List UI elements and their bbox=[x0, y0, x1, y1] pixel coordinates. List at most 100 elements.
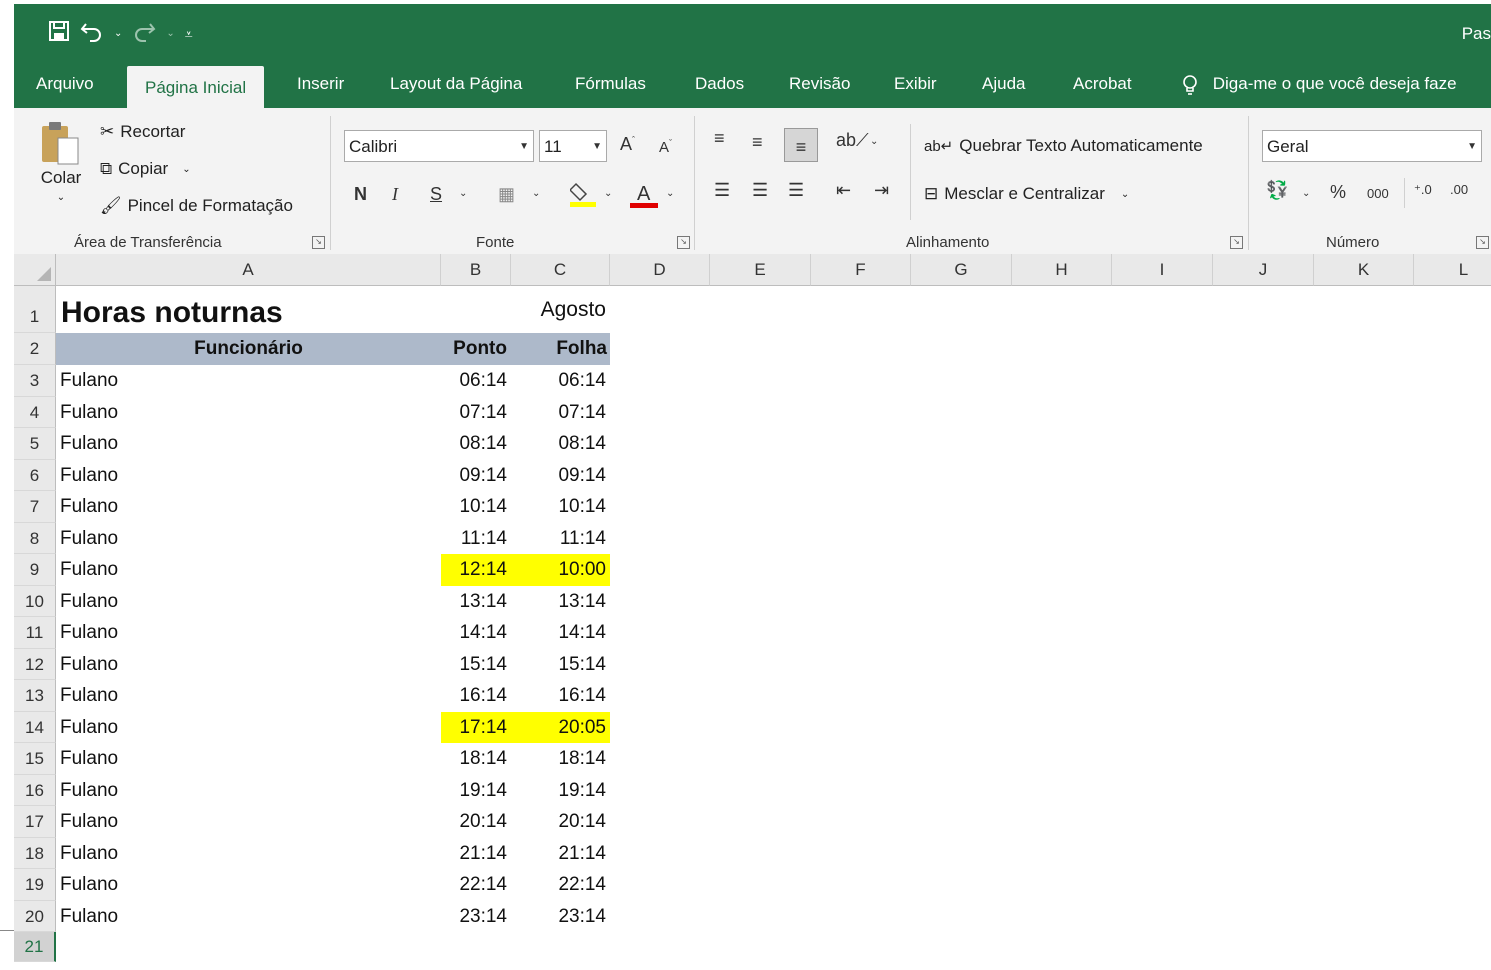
column-header-b[interactable]: B bbox=[441, 254, 511, 286]
employee-cell[interactable]: Fulano bbox=[60, 491, 440, 523]
row-header[interactable]: 10 bbox=[14, 585, 56, 617]
ponto-cell[interactable]: 12:14 bbox=[441, 554, 511, 586]
align-right-icon[interactable]: ☰ bbox=[788, 180, 804, 201]
orientation-icon[interactable]: ab⟋ bbox=[836, 130, 869, 151]
folha-cell[interactable]: 15:14 bbox=[511, 649, 610, 681]
grow-font-icon[interactable]: Aˆ bbox=[620, 134, 635, 155]
column-header-d[interactable]: D bbox=[610, 254, 710, 286]
row-header[interactable]: 6 bbox=[14, 459, 56, 491]
tab-layout-da-pagina[interactable]: Layout da Página bbox=[390, 60, 522, 108]
tab-revisao[interactable]: Revisão bbox=[789, 60, 850, 108]
employee-cell[interactable]: Fulano bbox=[60, 869, 440, 901]
employee-cell[interactable]: Fulano bbox=[60, 428, 440, 460]
column-header-k[interactable]: K bbox=[1314, 254, 1414, 286]
number-launcher-icon[interactable]: ↘ bbox=[1476, 236, 1489, 249]
folha-cell[interactable]: 07:14 bbox=[511, 397, 610, 429]
tab-exibir[interactable]: Exibir bbox=[894, 60, 937, 108]
copy-button[interactable]: ⧉ Copiar ⌄ bbox=[100, 159, 191, 179]
align-top-icon[interactable]: ≡ bbox=[714, 128, 725, 149]
align-center-icon[interactable]: ☰ bbox=[752, 180, 768, 201]
column-header-e[interactable]: E bbox=[710, 254, 811, 286]
tell-me-box[interactable]: Diga-me o que você deseja faze bbox=[1182, 60, 1457, 108]
borders-dropdown-icon[interactable]: ⌄ bbox=[532, 188, 540, 199]
tab-ajuda[interactable]: Ajuda bbox=[982, 60, 1025, 108]
row-header[interactable]: 3 bbox=[14, 365, 56, 397]
tab-inserir[interactable]: Inserir bbox=[297, 60, 344, 108]
customize-qat-icon[interactable]: ⩡ bbox=[185, 22, 193, 46]
row-header[interactable]: 21 bbox=[14, 932, 56, 962]
ponto-cell[interactable]: 08:14 bbox=[441, 428, 511, 460]
ponto-cell[interactable]: 21:14 bbox=[441, 838, 511, 870]
month-cell[interactable]: Agosto bbox=[511, 290, 606, 330]
align-left-icon[interactable]: ☰ bbox=[714, 180, 730, 201]
folha-cell[interactable]: 20:05 bbox=[511, 711, 610, 743]
employee-cell[interactable]: Fulano bbox=[60, 680, 440, 712]
column-header-a[interactable]: A bbox=[56, 254, 441, 286]
ponto-cell[interactable]: 20:14 bbox=[441, 806, 511, 838]
tab-pagina-inicial[interactable]: Página Inicial bbox=[127, 66, 265, 108]
row-header[interactable]: 2 bbox=[14, 333, 56, 365]
save-icon[interactable] bbox=[48, 20, 70, 48]
employee-cell[interactable]: Fulano bbox=[60, 523, 440, 555]
row-header[interactable]: 9 bbox=[14, 554, 56, 586]
tab-arquivo[interactable]: Arquivo bbox=[36, 60, 94, 108]
ponto-cell[interactable]: 18:14 bbox=[441, 743, 511, 775]
employee-cell[interactable]: Fulano bbox=[60, 586, 440, 618]
paste-button[interactable]: Colar ⌄ bbox=[38, 120, 84, 203]
comma-style-button[interactable]: 000 bbox=[1367, 186, 1389, 201]
ponto-cell[interactable]: 09:14 bbox=[441, 460, 511, 492]
folha-cell[interactable]: 18:14 bbox=[511, 743, 610, 775]
row-header[interactable]: 16 bbox=[14, 774, 56, 806]
format-painter-button[interactable]: 🖌 Pincel de Formatação bbox=[100, 196, 293, 216]
column-header-f[interactable]: F bbox=[811, 254, 911, 286]
employee-cell[interactable]: Fulano bbox=[60, 838, 440, 870]
tab-formulas[interactable]: Fórmulas bbox=[575, 60, 646, 108]
font-color-icon[interactable]: A bbox=[630, 180, 658, 215]
font-launcher-icon[interactable]: ↘ bbox=[677, 236, 690, 249]
row-header[interactable]: 20 bbox=[14, 900, 56, 932]
ponto-cell[interactable]: 10:14 bbox=[441, 491, 511, 523]
folha-cell[interactable]: 19:14 bbox=[511, 775, 610, 807]
fill-color-dropdown-icon[interactable]: ⌄ bbox=[604, 188, 612, 199]
employee-cell[interactable]: Fulano bbox=[60, 365, 440, 397]
folha-cell[interactable]: 20:14 bbox=[511, 806, 610, 838]
tab-dados[interactable]: Dados bbox=[695, 60, 744, 108]
ponto-cell[interactable]: 11:14 bbox=[441, 523, 511, 555]
row-header[interactable]: 17 bbox=[14, 806, 56, 838]
employee-cell[interactable]: Fulano bbox=[60, 649, 440, 681]
underline-button[interactable]: S bbox=[430, 184, 442, 205]
row-header[interactable]: 12 bbox=[14, 648, 56, 680]
ponto-cell[interactable]: 07:14 bbox=[441, 397, 511, 429]
sheet-title-cell[interactable]: Horas noturnas bbox=[61, 290, 431, 335]
folha-cell[interactable]: 23:14 bbox=[511, 901, 610, 933]
folha-cell[interactable]: 16:14 bbox=[511, 680, 610, 712]
column-header-g[interactable]: G bbox=[911, 254, 1012, 286]
employee-cell[interactable]: Fulano bbox=[60, 743, 440, 775]
select-all-button[interactable] bbox=[14, 254, 56, 286]
align-middle-icon[interactable]: ≡ bbox=[752, 132, 763, 153]
folha-cell[interactable]: 06:14 bbox=[511, 365, 610, 397]
increase-indent-icon[interactable]: ⇥ bbox=[874, 180, 889, 201]
ponto-cell[interactable]: 15:14 bbox=[441, 649, 511, 681]
folha-cell[interactable]: 10:14 bbox=[511, 491, 610, 523]
folha-cell[interactable]: 13:14 bbox=[511, 586, 610, 618]
header-folha-cell[interactable]: Folha bbox=[511, 333, 607, 365]
merge-center-button[interactable]: ⊟ Mesclar e Centralizar ⌄ bbox=[924, 184, 1129, 204]
font-size-combo[interactable]: 11 ▼ bbox=[539, 130, 607, 162]
employee-cell[interactable]: Fulano bbox=[60, 775, 440, 807]
borders-icon[interactable]: ▦ bbox=[498, 184, 515, 205]
folha-cell[interactable]: 21:14 bbox=[511, 838, 610, 870]
column-header-c[interactable]: C bbox=[511, 254, 610, 286]
font-name-combo[interactable]: Calibri ▼ bbox=[344, 130, 534, 162]
column-header-l[interactable]: L bbox=[1414, 254, 1491, 286]
folha-cell[interactable]: 10:00 bbox=[511, 554, 610, 586]
orientation-dropdown-icon[interactable]: ⌄ bbox=[870, 136, 878, 147]
italic-button[interactable]: I bbox=[392, 184, 398, 205]
header-ponto-cell[interactable]: Ponto bbox=[441, 333, 507, 365]
employee-cell[interactable]: Fulano bbox=[60, 554, 440, 586]
row-header[interactable]: 11 bbox=[14, 617, 56, 649]
row-header[interactable]: 4 bbox=[14, 396, 56, 428]
font-color-dropdown-icon[interactable]: ⌄ bbox=[666, 188, 674, 199]
column-header-i[interactable]: I bbox=[1112, 254, 1213, 286]
accounting-dropdown-icon[interactable]: ⌄ bbox=[1302, 188, 1310, 199]
